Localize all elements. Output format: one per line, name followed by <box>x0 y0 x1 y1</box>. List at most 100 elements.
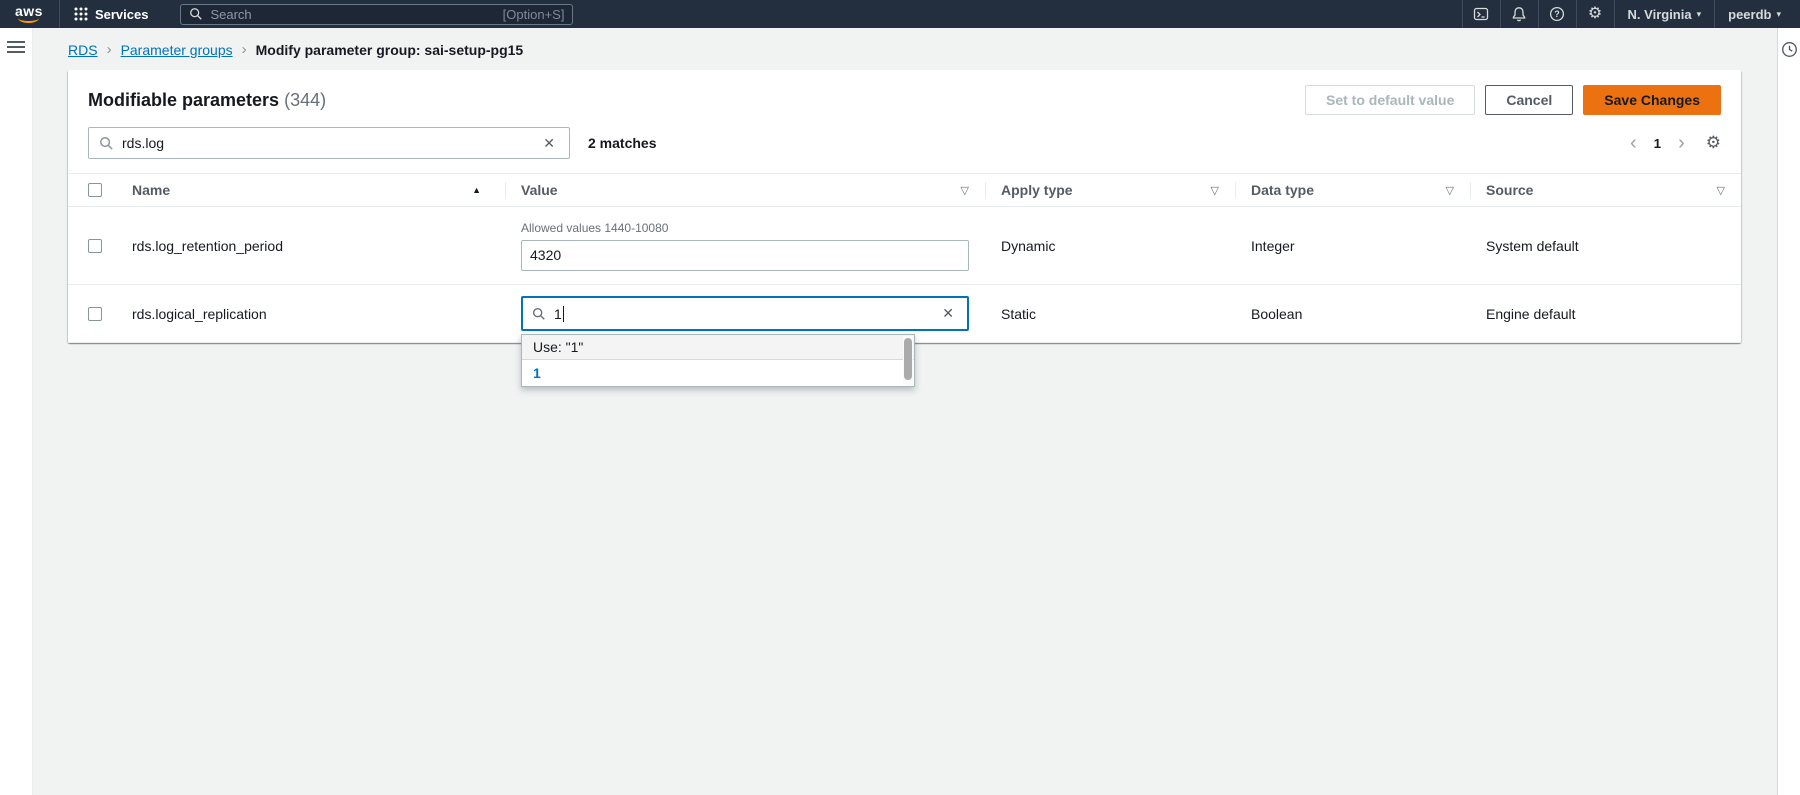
column-header-value[interactable]: Value ▽ <box>505 174 985 206</box>
modifiable-parameters-panel: Modifiable parameters (344) Set to defau… <box>68 70 1741 343</box>
aws-logo[interactable]: aws <box>0 0 59 28</box>
text-cursor <box>563 306 564 322</box>
column-label: Name <box>132 182 170 198</box>
clear-value-button[interactable]: ✕ <box>938 303 958 324</box>
filter-icon[interactable]: ▽ <box>1717 184 1725 197</box>
use-typed-value-option[interactable]: Use: "1" <box>522 335 914 360</box>
filter-row: ✕ 2 matches ‹ 1 › ⚙ <box>68 121 1741 173</box>
account-menu[interactable]: peerdb ▾ <box>1715 0 1794 28</box>
source-cell: Engine default <box>1470 285 1741 342</box>
notifications-button[interactable] <box>1501 0 1538 28</box>
column-label: Data type <box>1251 182 1314 198</box>
autosuggest-dropdown: Use: "1" 1 <box>521 334 915 387</box>
region-selector[interactable]: N. Virginia ▾ <box>1615 0 1715 28</box>
apply-type-cell: Static <box>985 285 1235 342</box>
value-autosuggest-input[interactable]: 1 ✕ <box>521 296 969 331</box>
filter-icon[interactable]: ▽ <box>1446 184 1454 197</box>
global-search-input[interactable] <box>210 7 502 22</box>
table-row: rds.log_retention_period Allowed values … <box>68 207 1741 285</box>
cloudshell-button[interactable] <box>1463 0 1500 28</box>
dropdown-scrollbar[interactable] <box>903 336 913 385</box>
select-all-cell <box>68 174 120 206</box>
global-search-box[interactable]: [Option+S] <box>180 4 573 25</box>
table-row: rds.logical_replication 1 ✕ <box>68 285 1741 343</box>
search-icon <box>189 7 203 21</box>
search-icon <box>99 136 114 151</box>
suggested-option[interactable]: 1 <box>522 360 914 386</box>
help-button[interactable]: ? <box>1539 0 1576 28</box>
account-label: peerdb <box>1728 7 1771 22</box>
row-checkbox[interactable] <box>88 239 102 253</box>
cancel-button[interactable]: Cancel <box>1485 85 1573 115</box>
scrollbar-thumb[interactable] <box>904 338 912 380</box>
clear-icon: ✕ <box>543 135 555 151</box>
column-header-apply-type[interactable]: Apply type ▽ <box>985 174 1235 206</box>
parameter-name-cell: rds.log_retention_period <box>120 207 505 284</box>
bell-icon <box>1511 6 1527 22</box>
table-header: Name ▲ Value ▽ Apply type ▽ <box>68 173 1741 207</box>
row-checkbox[interactable] <box>88 307 102 321</box>
hamburger-icon <box>7 41 25 43</box>
source-cell: System default <box>1470 207 1741 284</box>
page-title: Modifiable parameters (344) <box>88 90 326 111</box>
parameter-value-cell: Allowed values 1440-10080 <box>505 207 985 284</box>
column-label: Apply type <box>1001 182 1073 198</box>
allowed-values-hint: Allowed values 1440-10080 <box>521 221 969 235</box>
main-content: RDS › Parameter groups › Modify paramete… <box>33 28 1777 795</box>
open-menu-button[interactable] <box>7 41 25 53</box>
sort-ascending-icon[interactable]: ▲ <box>472 185 481 195</box>
data-type-cell: Boolean <box>1235 285 1470 342</box>
breadcrumb-separator-icon: › <box>107 41 112 58</box>
filter-icon[interactable]: ▽ <box>1211 184 1219 197</box>
gear-icon: ⚙ <box>1706 133 1721 152</box>
previous-page-button[interactable]: ‹ <box>1628 134 1639 152</box>
row-select-cell <box>68 207 120 284</box>
data-type-cell: Integer <box>1235 207 1470 284</box>
save-changes-button[interactable]: Save Changes <box>1583 85 1721 115</box>
table-preferences-button[interactable]: ⚙ <box>1706 133 1721 153</box>
current-page-button[interactable]: 1 <box>1652 136 1663 151</box>
parameter-filter-input[interactable] <box>122 135 539 151</box>
typed-value: 1 <box>554 306 562 322</box>
breadcrumb-link-rds[interactable]: RDS <box>68 42 98 58</box>
filter-icon[interactable]: ▽ <box>961 184 969 197</box>
clear-icon: ✕ <box>942 305 954 321</box>
column-label: Source <box>1486 182 1533 198</box>
aws-smile-arc-icon <box>18 17 39 23</box>
column-header-source[interactable]: Source ▽ <box>1470 174 1741 206</box>
svg-text:?: ? <box>1554 9 1560 19</box>
column-header-data-type[interactable]: Data type ▽ <box>1235 174 1470 206</box>
parameter-value-cell: 1 ✕ Use: "1" 1 <box>505 285 985 342</box>
panel-actions: Set to default value Cancel Save Changes <box>1305 85 1721 115</box>
clear-filter-button[interactable]: ✕ <box>539 133 559 154</box>
recent-activity-button[interactable] <box>1781 41 1798 58</box>
row-select-cell <box>68 285 120 342</box>
services-menu-button[interactable]: Services <box>60 0 163 28</box>
breadcrumb: RDS › Parameter groups › Modify paramete… <box>68 28 1741 70</box>
pagination: ‹ 1 › ⚙ <box>1628 133 1721 153</box>
set-to-default-button[interactable]: Set to default value <box>1305 85 1475 115</box>
chevron-left-icon: ‹ <box>1630 132 1637 154</box>
breadcrumb-separator-icon: › <box>242 41 247 58</box>
value-input[interactable] <box>521 240 969 271</box>
column-header-name[interactable]: Name ▲ <box>120 174 505 206</box>
caret-down-icon: ▾ <box>1776 9 1781 20</box>
select-all-checkbox[interactable] <box>88 183 102 197</box>
gear-icon: ⚙ <box>1588 6 1602 22</box>
caret-down-icon: ▾ <box>1697 9 1702 20</box>
panel-header: Modifiable parameters (344) Set to defau… <box>68 70 1741 121</box>
apply-type-cell: Dynamic <box>985 207 1235 284</box>
cloudshell-terminal-icon <box>1473 6 1489 22</box>
clock-icon <box>1781 41 1798 58</box>
page-title-text: Modifiable parameters <box>88 90 279 110</box>
next-page-button[interactable]: › <box>1676 134 1687 152</box>
search-shortcut-hint: [Option+S] <box>503 7 565 22</box>
aws-console-page: aws Services [Option+S] <box>0 0 1800 795</box>
top-navigation-bar: aws Services [Option+S] <box>0 0 1800 28</box>
parameter-filter-box[interactable]: ✕ <box>88 127 570 159</box>
region-label: N. Virginia <box>1628 7 1692 22</box>
chevron-right-icon: › <box>1678 132 1685 154</box>
parameter-count: (344) <box>284 90 326 110</box>
breadcrumb-link-parameter-groups[interactable]: Parameter groups <box>121 42 233 58</box>
settings-button[interactable]: ⚙ <box>1577 0 1614 28</box>
